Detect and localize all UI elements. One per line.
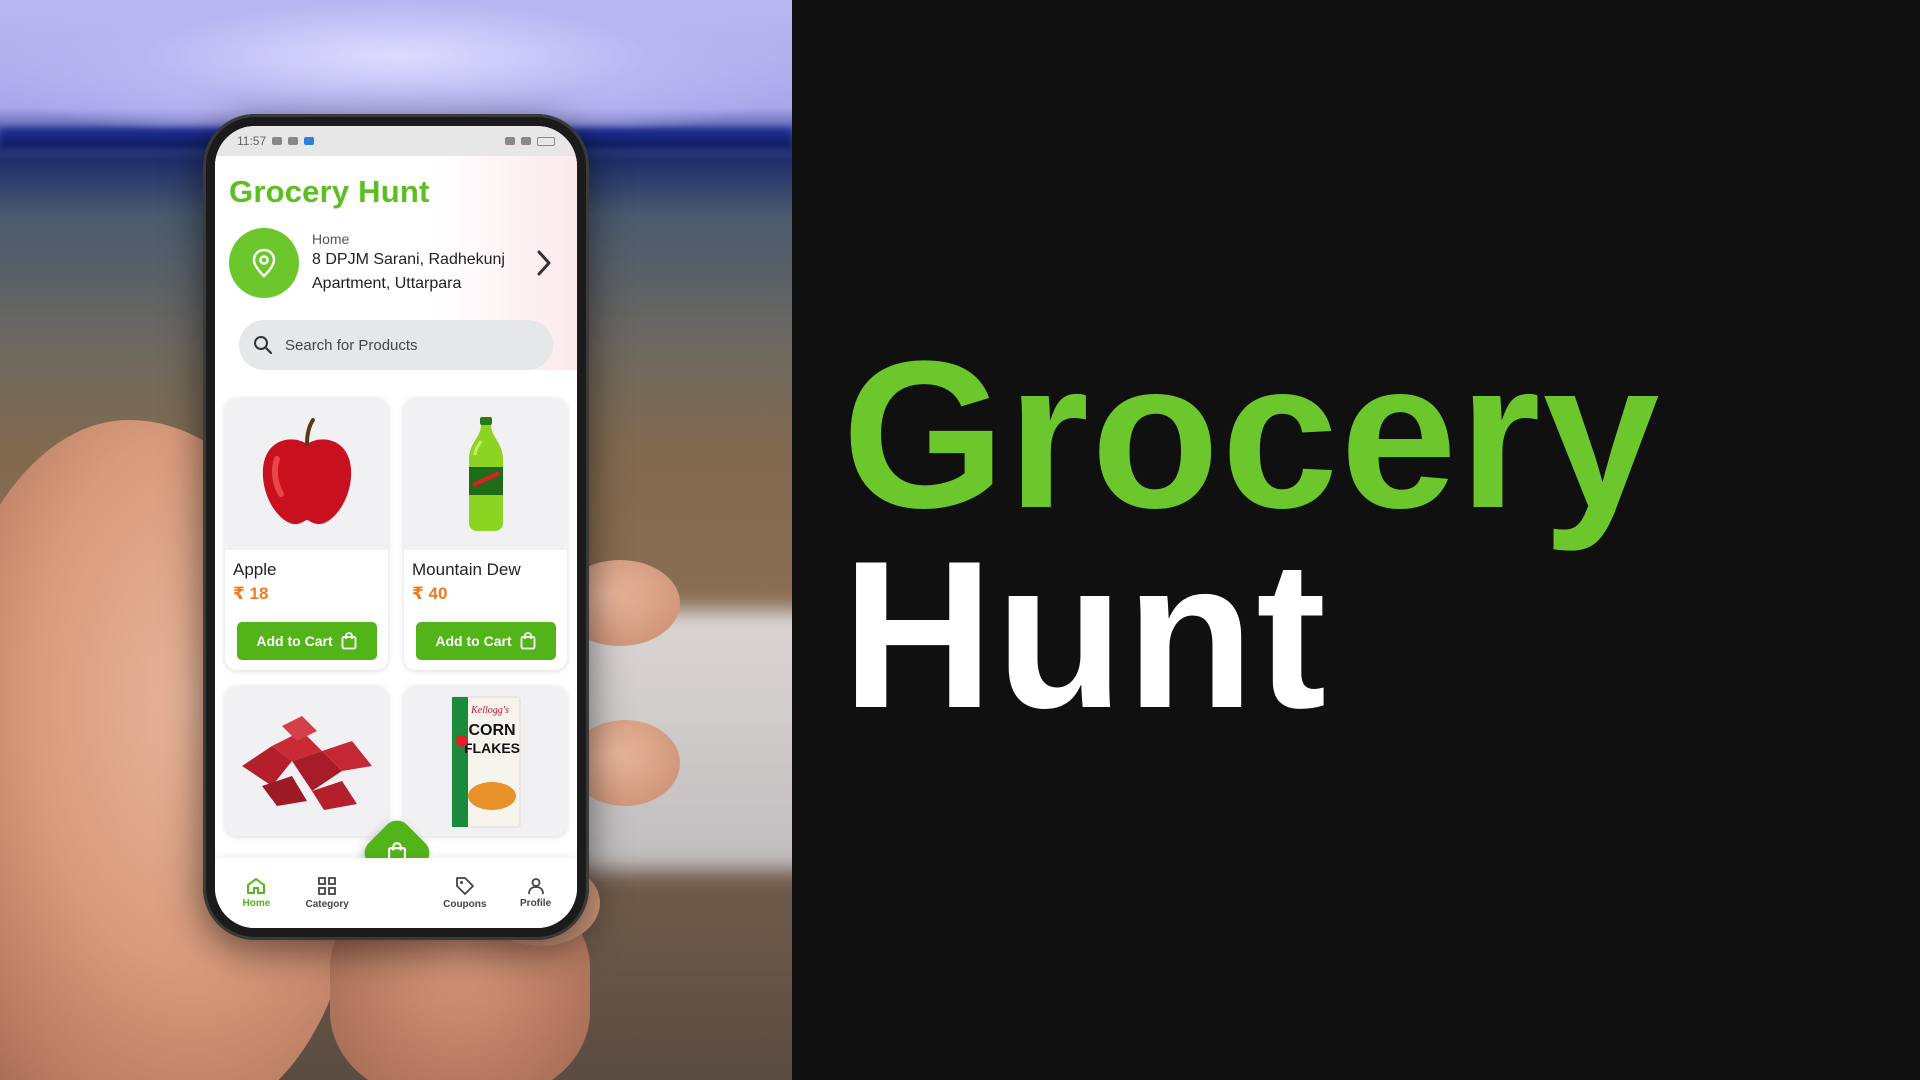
location-pin-icon [229, 228, 299, 298]
nav-label: Home [242, 898, 271, 909]
background-photo: 11:57 Grocery Hunt Home 8 DPJM Sarani, R… [0, 0, 792, 1080]
product-price: ₹ 40 [412, 584, 448, 603]
nav-item-coupons[interactable]: Coupons [433, 876, 497, 910]
nav-label: Category [305, 899, 349, 910]
product-card-corn-flakes[interactable]: Kellogg's CORN FLAKES [404, 686, 567, 836]
chevron-right-icon[interactable] [529, 243, 559, 283]
cereal-line-2: FLAKES [464, 740, 520, 756]
hero-title: Grocery Hunt [842, 317, 1662, 752]
status-time: 11:57 [237, 134, 267, 148]
soda-bottle-image [404, 398, 567, 550]
signal-icon [505, 137, 515, 145]
cereal-line-1: CORN [468, 722, 515, 739]
address-line-2: Apartment, Uttarpara [312, 275, 462, 292]
delivery-address[interactable]: Home 8 DPJM Sarani, Radhekunj Apartment,… [229, 228, 563, 298]
tag-icon [455, 877, 474, 895]
product-name: Mountain Dew [412, 560, 521, 579]
product-grid: Apple ₹ 18 Add to Cart Mountain Dew ₹ 40… [215, 370, 577, 836]
hero-title-line-2: Hunt [842, 517, 1329, 752]
product-card-mountain-dew[interactable]: Mountain Dew ₹ 40 Add to Cart [404, 398, 567, 670]
product-card-apple[interactable]: Apple ₹ 18 Add to Cart [225, 398, 388, 670]
add-to-cart-label: Add to Cart [256, 633, 333, 649]
grid-icon [318, 877, 337, 895]
battery-icon [537, 136, 555, 146]
app-title: Grocery Hunt [229, 174, 430, 209]
nav-label: Coupons [443, 899, 487, 910]
hero-title-line-1: Grocery [842, 317, 1662, 552]
notification-icon [304, 137, 315, 145]
add-to-cart-button[interactable]: Add to Cart [415, 622, 556, 660]
cereal-box-image: Kellogg's CORN FLAKES [404, 686, 567, 836]
add-to-cart-label: Add to Cart [435, 633, 512, 649]
nav-label: Profile [520, 898, 552, 909]
nav-item-category[interactable]: Category [295, 876, 359, 910]
product-card-meat[interactable] [225, 686, 388, 836]
nav-item-profile[interactable]: Profile [504, 877, 568, 909]
status-bar: 11:57 [215, 126, 577, 156]
phone-frame: 11:57 Grocery Hunt Home 8 DPJM Sarani, R… [203, 114, 589, 940]
wifi-icon [521, 137, 531, 145]
product-name: Apple [233, 560, 277, 579]
user-icon [527, 878, 544, 895]
product-price: ₹ 18 [233, 584, 269, 603]
phone-screen: 11:57 Grocery Hunt Home 8 DPJM Sarani, R… [215, 126, 577, 928]
shopping-bag-icon [520, 632, 536, 650]
home-icon [247, 878, 266, 894]
search-input[interactable] [285, 336, 535, 354]
bottom-navigation: Home Category Coupons Profile [215, 858, 577, 928]
apple-image [225, 398, 388, 550]
cereal-brand: Kellogg's [470, 705, 509, 716]
search-bar[interactable] [239, 320, 553, 370]
notification-icon [272, 137, 283, 145]
shopping-bag-icon [341, 632, 357, 650]
add-to-cart-button[interactable]: Add to Cart [236, 622, 377, 660]
address-line-1: 8 DPJM Sarani, Radhekunj [312, 251, 505, 268]
search-icon [254, 336, 273, 355]
notification-icon [288, 137, 299, 145]
nav-item-home[interactable]: Home [224, 877, 288, 909]
address-label: Home [312, 231, 350, 247]
app-header: Grocery Hunt Home 8 DPJM Sarani, Radheku… [215, 156, 577, 370]
meat-image [225, 686, 388, 836]
